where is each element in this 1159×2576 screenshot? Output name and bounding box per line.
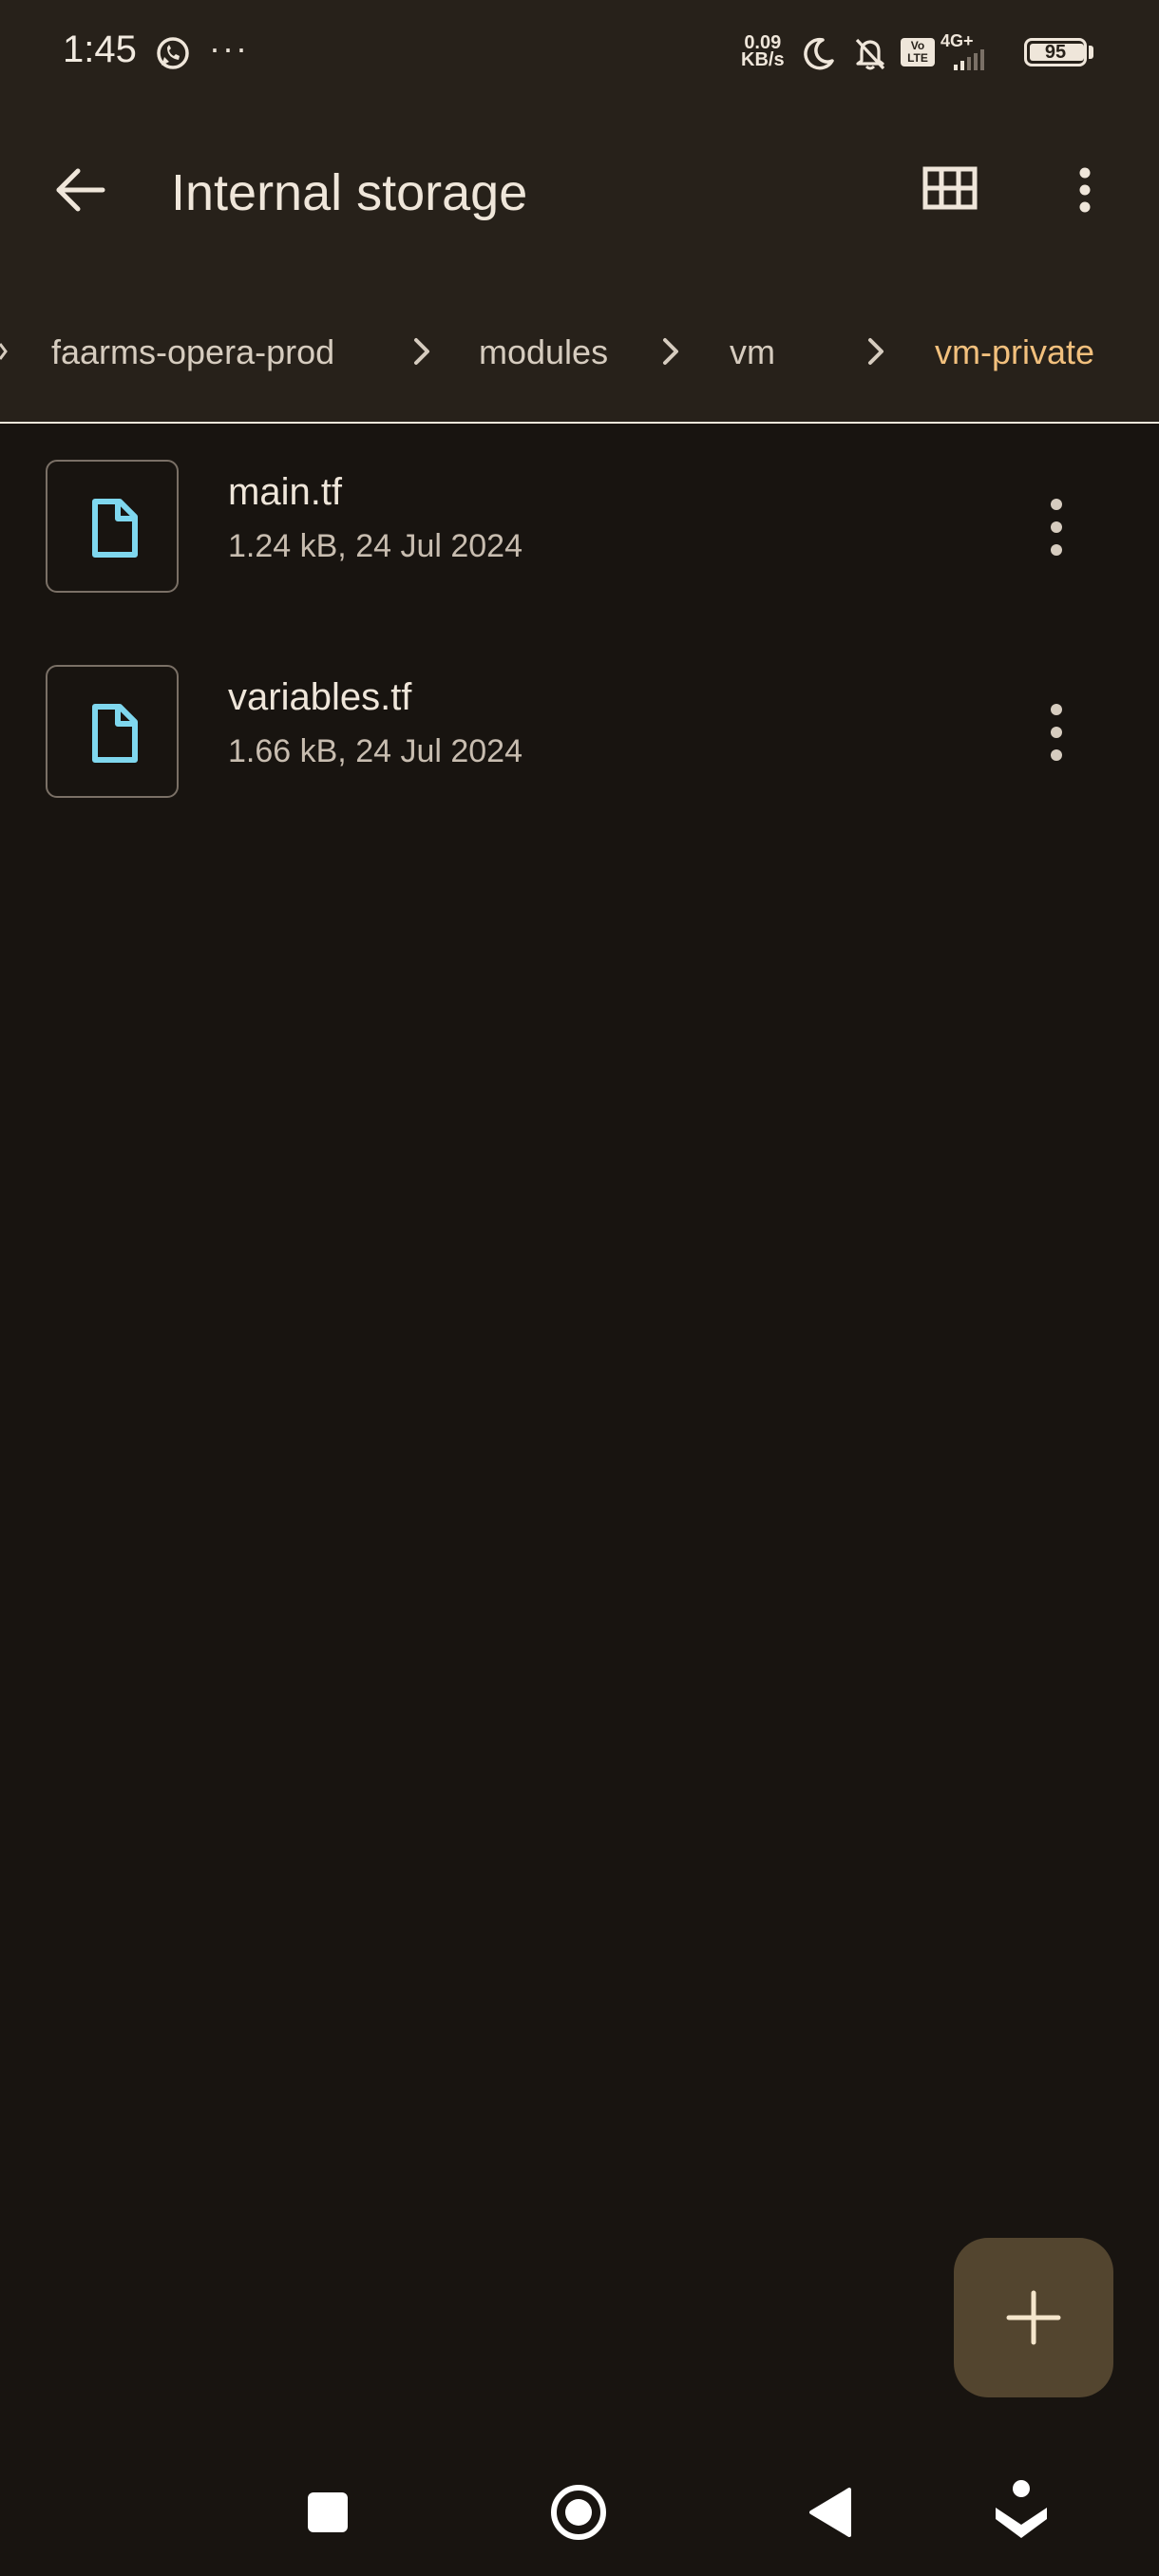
file-thumbnail [46, 460, 179, 593]
accessibility-icon[interactable] [978, 2470, 1064, 2555]
breadcrumb-divider [0, 422, 1159, 424]
recents-square-icon[interactable] [285, 2470, 370, 2555]
file-row[interactable]: main.tf 1.24 kB, 24 Jul 2024 [0, 437, 1159, 636]
breadcrumb-item-modules[interactable]: modules [479, 332, 608, 372]
more-notifications-icon: ··· [209, 28, 249, 67]
chevron-right-icon [663, 338, 678, 365]
battery-text: 95 [1044, 42, 1067, 63]
net-speed-unit: KB/s [741, 49, 785, 70]
volte-icon: Vo LTE [901, 38, 935, 66]
net-speed: 0.09 KB/s [741, 33, 785, 70]
moon-icon [804, 37, 834, 70]
status-bar: 1:45 ··· 0.09 KB/s Vo LTE 4G+ 95 [0, 0, 1159, 104]
file-name: main.tf [228, 471, 343, 513]
more-vert-icon[interactable] [1032, 484, 1081, 570]
file-thumbnail [46, 665, 179, 798]
chevron-right-icon [868, 338, 884, 365]
network-type: 4G+ [940, 31, 974, 50]
grid-view-icon[interactable] [918, 161, 984, 218]
whatsapp-icon [157, 37, 189, 69]
system-nav-bar [0, 2451, 1159, 2576]
more-vert-icon[interactable] [1053, 161, 1117, 218]
breadcrumb: faarms-opera-prod modules vm vm-private [0, 313, 1159, 389]
add-button[interactable] [954, 2238, 1113, 2397]
status-time: 1:45 [63, 28, 137, 70]
plus-icon [1006, 2290, 1061, 2345]
battery-icon: 95 [1024, 38, 1087, 66]
arrow-back-icon[interactable] [44, 161, 116, 218]
breadcrumb-item-vm[interactable]: vm [730, 332, 775, 372]
breadcrumb-item-faarms-opera-prod[interactable]: faarms-opera-prod [51, 332, 334, 372]
file-name: variables.tf [228, 676, 412, 718]
file-icon [92, 704, 138, 763]
breadcrumb-item-vm-private[interactable]: vm-private [935, 332, 1094, 372]
file-meta: 1.66 kB, 24 Jul 2024 [228, 733, 523, 769]
home-circle-icon[interactable] [536, 2470, 621, 2555]
chevron-right-icon [0, 343, 8, 360]
signal-icon: 4G+ [940, 32, 988, 70]
file-meta: 1.24 kB, 24 Jul 2024 [228, 528, 523, 564]
chevron-right-icon [414, 338, 429, 365]
battery-tip [1089, 46, 1093, 59]
file-icon [92, 499, 138, 558]
page-title: Internal storage [171, 164, 528, 221]
bell-off-icon [855, 38, 885, 70]
more-vert-icon[interactable] [1032, 690, 1081, 775]
back-triangle-icon[interactable] [788, 2470, 874, 2555]
app-bar: Internal storage [0, 133, 1159, 247]
file-row[interactable]: variables.tf 1.66 kB, 24 Jul 2024 [0, 642, 1159, 842]
